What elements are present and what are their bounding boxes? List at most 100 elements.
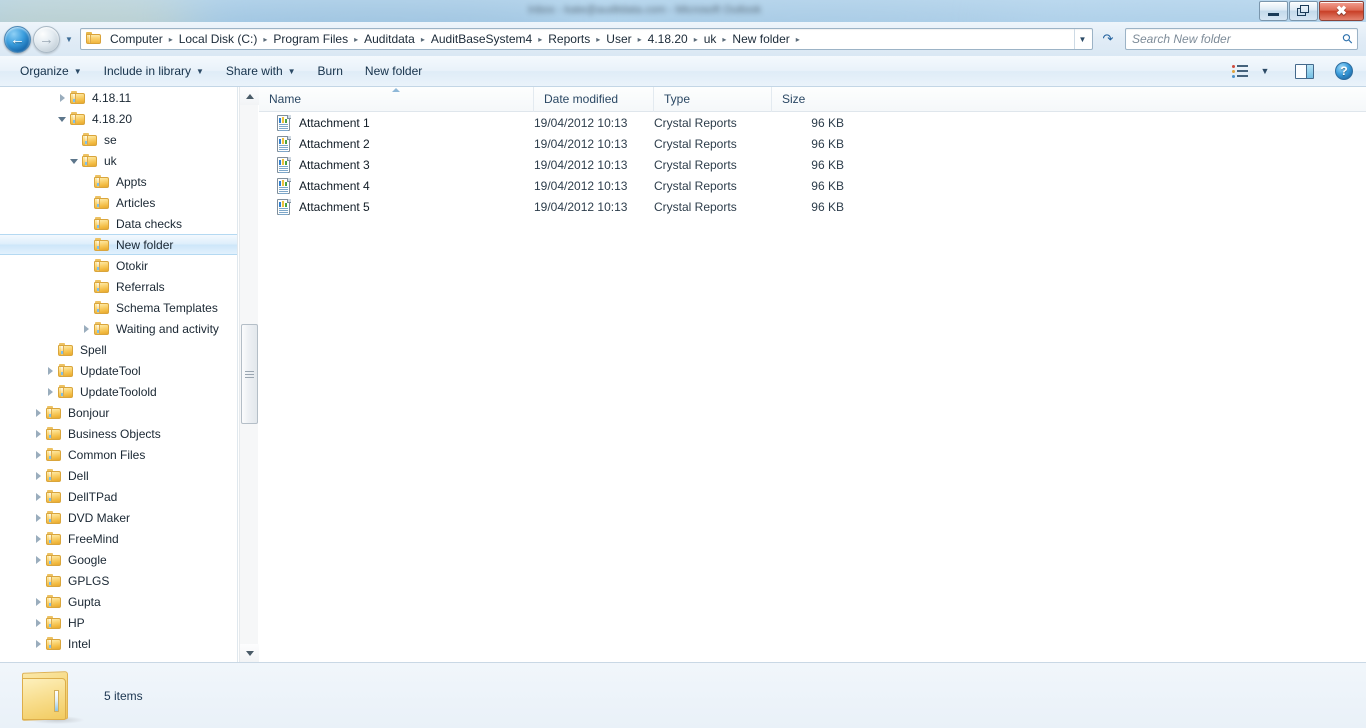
tree-item-gplgs[interactable]: GPLGS: [0, 570, 237, 591]
tree-item-data-checks[interactable]: Data checks: [0, 213, 237, 234]
file-row[interactable]: Attachment 5 19/04/2012 10:13 Crystal Repo…: [259, 196, 1366, 217]
command-share-with[interactable]: Share with ▼: [216, 59, 306, 83]
expand-triangle-icon[interactable]: [30, 550, 46, 570]
breadcrumb-item[interactable]: Auditdata: [360, 30, 419, 48]
expand-triangle-icon[interactable]: [30, 592, 46, 612]
back-button[interactable]: ←: [4, 25, 31, 53]
collapse-triangle-icon[interactable]: [54, 109, 70, 129]
tree-item-schema-templates[interactable]: Schema Templates: [0, 297, 237, 318]
expand-triangle-icon[interactable]: [30, 529, 46, 549]
column-header-date[interactable]: Date modified: [534, 86, 654, 112]
breadcrumb-item[interactable]: Local Disk (C:): [175, 30, 262, 48]
tree-item-delltpad[interactable]: DellTPad: [0, 486, 237, 507]
breadcrumb-item[interactable]: Program Files: [269, 30, 352, 48]
tree-item-articles[interactable]: Articles: [0, 192, 237, 213]
file-row[interactable]: Attachment 1 19/04/2012 10:13 Crystal Repo…: [259, 112, 1366, 133]
expand-triangle-icon[interactable]: [30, 508, 46, 528]
expand-triangle-icon[interactable]: [30, 613, 46, 633]
command-burn[interactable]: Burn: [308, 59, 353, 83]
expand-triangle-icon[interactable]: [30, 487, 46, 507]
close-button[interactable]: ✖: [1319, 1, 1364, 21]
breadcrumb-item[interactable]: 4.18.20: [644, 30, 692, 48]
maximize-restore-button[interactable]: [1289, 1, 1318, 21]
breadcrumb-item[interactable]: User: [602, 30, 635, 48]
change-view-dropdown[interactable]: ▼: [1256, 59, 1274, 83]
breadcrumb-separator[interactable]: ▸: [794, 35, 802, 44]
change-view-button[interactable]: [1226, 59, 1254, 83]
breadcrumb-separator[interactable]: ▸: [720, 35, 728, 44]
navigation-pane-scrollbar[interactable]: [239, 87, 259, 662]
file-row[interactable]: Attachment 3 19/04/2012 10:13 Crystal Repo…: [259, 154, 1366, 175]
breadcrumb-separator[interactable]: ▸: [692, 35, 700, 44]
breadcrumb-separator[interactable]: ▸: [352, 35, 360, 44]
breadcrumb-separator[interactable]: ▸: [636, 35, 644, 44]
tree-item-se[interactable]: se: [0, 129, 237, 150]
folder-icon: [46, 553, 62, 566]
breadcrumb-item[interactable]: New folder: [728, 30, 793, 48]
recent-pages-dropdown[interactable]: ▼: [62, 29, 76, 49]
scroll-down-button[interactable]: [240, 644, 259, 662]
file-row[interactable]: Attachment 2 19/04/2012 10:13 Crystal Repo…: [259, 133, 1366, 154]
tree-item-4-18-20[interactable]: 4.18.20: [0, 108, 237, 129]
tree-item-gupta[interactable]: Gupta: [0, 591, 237, 612]
breadcrumb-separator[interactable]: ▸: [167, 35, 175, 44]
tree-item-common-files[interactable]: Common Files: [0, 444, 237, 465]
expand-triangle-icon[interactable]: [54, 88, 70, 108]
command-organize[interactable]: Organize ▼: [10, 59, 92, 83]
search-box[interactable]: Search New folder ⚲: [1125, 28, 1358, 50]
minimize-button[interactable]: [1259, 1, 1288, 21]
command-include-in-library[interactable]: Include in library ▼: [94, 59, 214, 83]
tree-item-google[interactable]: Google: [0, 549, 237, 570]
breadcrumb-separator[interactable]: ▸: [419, 35, 427, 44]
tree-item-bonjour[interactable]: Bonjour: [0, 402, 237, 423]
tree-item-4-18-11[interactable]: 4.18.11: [0, 87, 237, 108]
expand-triangle-icon[interactable]: [30, 634, 46, 654]
expand-triangle-icon[interactable]: [78, 319, 94, 339]
show-preview-pane-button[interactable]: [1290, 59, 1318, 83]
tree-item-updatetoolold[interactable]: UpdateToolold: [0, 381, 237, 402]
breadcrumb-item[interactable]: uk: [700, 30, 721, 48]
breadcrumb-item[interactable]: Computer: [106, 30, 167, 48]
help-button[interactable]: ?: [1330, 59, 1358, 83]
collapse-triangle-icon[interactable]: [66, 151, 82, 171]
expand-triangle-icon[interactable]: [42, 361, 58, 381]
breadcrumb-path: Computer ▸ Local Disk (C:) ▸ Program Files ▸ A…: [106, 30, 1074, 48]
expand-triangle-icon[interactable]: [30, 466, 46, 486]
tree-item-referrals[interactable]: Referrals: [0, 276, 237, 297]
tree-item-new-folder[interactable]: New folder: [0, 234, 237, 255]
refresh-button[interactable]: ↷: [1097, 28, 1119, 50]
command-new-folder[interactable]: New folder: [355, 59, 432, 83]
column-header-size[interactable]: Size: [772, 87, 850, 112]
tree-item-appts[interactable]: Appts: [0, 171, 237, 192]
tree-item-business-objects[interactable]: Business Objects: [0, 423, 237, 444]
breadcrumb-separator[interactable]: ▸: [594, 35, 602, 44]
column-header-label: Size: [782, 92, 806, 106]
tree-item-uk[interactable]: uk: [0, 150, 237, 171]
breadcrumb-item[interactable]: Reports: [544, 30, 594, 48]
breadcrumb[interactable]: Computer ▸ Local Disk (C:) ▸ Program Files ▸ A…: [80, 28, 1093, 50]
previous-locations-dropdown[interactable]: ▼: [1074, 29, 1090, 49]
tree-item-dell[interactable]: Dell: [0, 465, 237, 486]
column-header-type[interactable]: Type: [654, 86, 772, 112]
file-row[interactable]: Attachment 4 19/04/2012 10:13 Crystal Repo…: [259, 175, 1366, 196]
expand-triangle-icon[interactable]: [30, 445, 46, 465]
search-input[interactable]: Search New folder: [1132, 32, 1343, 46]
column-header-name[interactable]: Name: [259, 86, 534, 112]
scroll-up-button[interactable]: [240, 87, 259, 105]
expand-triangle-icon[interactable]: [30, 424, 46, 444]
tree-item-hp[interactable]: HP: [0, 612, 237, 633]
tree-item-spell[interactable]: Spell: [0, 339, 237, 360]
scrollbar-thumb[interactable]: [241, 324, 258, 424]
tree-item-otokir[interactable]: Otokir: [0, 255, 237, 276]
tree-item-intel[interactable]: Intel: [0, 633, 237, 654]
breadcrumb-separator[interactable]: ▸: [536, 35, 544, 44]
tree-item-dvd-maker[interactable]: DVD Maker: [0, 507, 237, 528]
expand-triangle-icon[interactable]: [30, 403, 46, 423]
tree-item-freemind[interactable]: FreeMind: [0, 528, 237, 549]
tree-item-waiting-and-activity[interactable]: Waiting and activity: [0, 318, 237, 339]
tree-item-updatetool[interactable]: UpdateTool: [0, 360, 237, 381]
breadcrumb-separator[interactable]: ▸: [261, 35, 269, 44]
expand-triangle-icon[interactable]: [42, 382, 58, 402]
breadcrumb-item[interactable]: AuditBaseSystem4: [427, 30, 536, 48]
forward-button[interactable]: →: [33, 25, 60, 53]
